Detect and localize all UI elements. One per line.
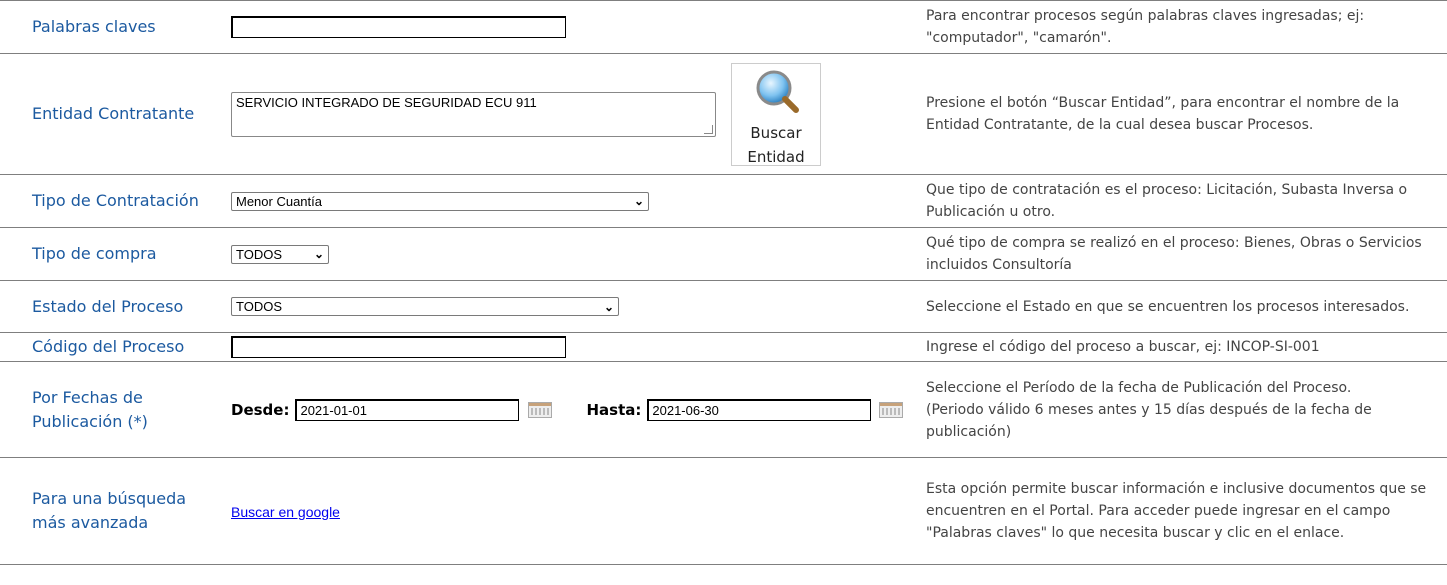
purchase-type-value: TODOS bbox=[236, 246, 282, 262]
entity-value: SERVICIO INTEGRADO DE SEGURIDAD ECU 911 bbox=[236, 94, 537, 110]
buscar-entidad-button[interactable]: Buscar Entidad bbox=[731, 62, 821, 166]
chevron-down-icon: ⌄ bbox=[313, 247, 324, 261]
magnifier-icon bbox=[756, 70, 799, 113]
status-select[interactable]: TODOS ⌄ bbox=[231, 297, 619, 316]
row-keywords: Palabras claves Para encontrar procesos … bbox=[0, 0, 1447, 54]
row-status: Estado del Proceso TODOS ⌄ Seleccione el… bbox=[0, 280, 1447, 333]
purchase-type-help: Qué tipo de compra se realizó en el proc… bbox=[926, 227, 1447, 281]
purchase-type-select[interactable]: TODOS ⌄ bbox=[231, 244, 329, 264]
keywords-label: Palabras claves bbox=[0, 0, 224, 54]
dates-label-line2: Publicación (*) bbox=[32, 411, 148, 431]
code-label: Código del Proceso bbox=[0, 332, 224, 362]
chevron-down-icon: ⌄ bbox=[603, 299, 614, 314]
calendar-icon[interactable] bbox=[528, 401, 553, 418]
row-purchase-type: Tipo de compra TODOS ⌄ Qué tipo de compr… bbox=[0, 227, 1447, 281]
resize-grip-icon[interactable] bbox=[704, 124, 713, 134]
status-value: TODOS bbox=[236, 299, 282, 314]
google-search-link[interactable]: Buscar en google bbox=[231, 504, 340, 520]
desde-label: Desde: bbox=[231, 400, 290, 419]
advanced-label-line2: más avanzada bbox=[32, 513, 149, 532]
dates-help-line2: (Periodo válido 6 meses antes y 15 días … bbox=[926, 401, 1372, 440]
contract-type-label: Tipo de Contratación bbox=[0, 174, 224, 228]
contract-type-select[interactable]: Menor Cuantía ⌄ bbox=[231, 191, 649, 211]
contract-type-value: Menor Cuantía bbox=[236, 193, 322, 209]
entidad-label: Entidad bbox=[747, 147, 805, 166]
dates-help-line1: Seleccione el Período de la fecha de Pub… bbox=[926, 379, 1352, 396]
hasta-input[interactable] bbox=[647, 398, 872, 421]
entity-label: Entidad Contratante bbox=[0, 53, 224, 175]
buscar-label: Buscar bbox=[750, 123, 802, 142]
advanced-label-line1: Para una búsqueda bbox=[32, 489, 187, 508]
entity-help: Presione el botón “Buscar Entidad”, para… bbox=[926, 53, 1447, 175]
entity-textarea[interactable]: SERVICIO INTEGRADO DE SEGURIDAD ECU 911 bbox=[231, 91, 716, 137]
status-label: Estado del Proceso bbox=[0, 280, 224, 333]
row-entity: Entidad Contratante SERVICIO INTEGRADO D… bbox=[0, 53, 1447, 175]
row-advanced: Para una búsqueda más avanzada Buscar en… bbox=[0, 457, 1447, 565]
calendar-icon[interactable] bbox=[879, 401, 904, 418]
row-code: Código del Proceso Ingrese el código del… bbox=[0, 332, 1447, 362]
contract-type-help: Que tipo de contratación es el proceso: … bbox=[926, 174, 1447, 228]
keywords-input[interactable] bbox=[231, 16, 566, 38]
desde-input[interactable] bbox=[295, 398, 520, 421]
purchase-type-label: Tipo de compra bbox=[0, 227, 224, 281]
search-form-table: Palabras claves Para encontrar procesos … bbox=[0, 0, 1447, 565]
code-help: Ingrese el código del proceso a buscar, … bbox=[926, 332, 1447, 362]
advanced-help: Esta opción permite buscar información e… bbox=[926, 457, 1447, 565]
hasta-label: Hasta: bbox=[586, 400, 642, 419]
row-dates: Por Fechas de Publicación (*) Desde: Has… bbox=[0, 361, 1447, 458]
keywords-help: Para encontrar procesos según palabras c… bbox=[926, 0, 1447, 54]
chevron-down-icon: ⌄ bbox=[633, 194, 644, 208]
status-help: Seleccione el Estado en que se encuentre… bbox=[926, 280, 1447, 333]
dates-label-line1: Por Fechas de bbox=[32, 387, 143, 407]
code-input[interactable] bbox=[231, 336, 566, 358]
row-contract-type: Tipo de Contratación Menor Cuantía ⌄ Que… bbox=[0, 174, 1447, 228]
